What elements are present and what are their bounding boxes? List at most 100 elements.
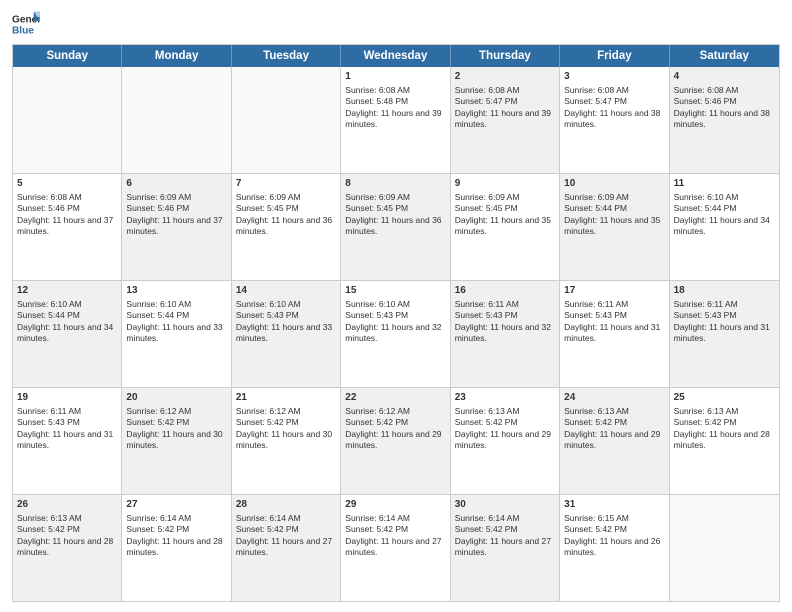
day-info: Sunrise: 6:09 AMSunset: 5:45 PMDaylight:… [236,192,336,238]
day-info: Sunrise: 6:09 AMSunset: 5:46 PMDaylight:… [126,192,226,238]
calendar-row-2: 5Sunrise: 6:08 AMSunset: 5:46 PMDaylight… [13,174,779,281]
day-number: 26 [17,498,117,511]
logo-icon: General Blue [12,10,40,38]
day-number: 30 [455,498,555,511]
day-number: 10 [564,177,664,190]
day-cell-8: 8 Sunrise: 6:09 AMSunset: 5:45 PMDaylight… [341,174,450,280]
day-cell-30: 30 Sunrise: 6:14 AMSunset: 5:42 PMDayligh… [451,495,560,601]
empty-cell [670,495,779,601]
day-info: Sunrise: 6:08 AMSunset: 5:48 PMDaylight:… [345,85,445,131]
day-number: 9 [455,177,555,190]
day-number: 11 [674,177,775,190]
day-number: 2 [455,70,555,83]
day-cell-28: 28 Sunrise: 6:14 AMSunset: 5:42 PMDayligh… [232,495,341,601]
day-info: Sunrise: 6:10 AMSunset: 5:43 PMDaylight:… [345,299,445,345]
day-header-monday: Monday [122,45,231,67]
day-info: Sunrise: 6:10 AMSunset: 5:44 PMDaylight:… [674,192,775,238]
day-number: 1 [345,70,445,83]
day-cell-23: 23 Sunrise: 6:13 AMSunset: 5:42 PMDayligh… [451,388,560,494]
day-info: Sunrise: 6:08 AMSunset: 5:47 PMDaylight:… [455,85,555,131]
calendar-row-5: 26 Sunrise: 6:13 AMSunset: 5:42 PMDayligh… [13,495,779,601]
day-cell-24: 24 Sunrise: 6:13 AMSunset: 5:42 PMDayligh… [560,388,669,494]
day-number: 16 [455,284,555,297]
day-cell-16: 16 Sunrise: 6:11 AMSunset: 5:43 PMDayligh… [451,281,560,387]
day-number: 8 [345,177,445,190]
day-cell-15: 15 Sunrise: 6:10 AMSunset: 5:43 PMDayligh… [341,281,450,387]
day-number: 7 [236,177,336,190]
calendar: SundayMondayTuesdayWednesdayThursdayFrid… [12,44,780,602]
day-info: Sunrise: 6:08 AMSunset: 5:47 PMDaylight:… [564,85,664,131]
day-number: 21 [236,391,336,404]
day-info: Sunrise: 6:14 AMSunset: 5:42 PMDaylight:… [345,513,445,559]
day-info: Sunrise: 6:14 AMSunset: 5:42 PMDaylight:… [236,513,336,559]
calendar-row-1: 1 Sunrise: 6:08 AMSunset: 5:48 PMDaylight… [13,67,779,174]
day-info: Sunrise: 6:09 AMSunset: 5:45 PMDaylight:… [345,192,445,238]
day-info: Sunrise: 6:13 AMSunset: 5:42 PMDaylight:… [17,513,117,559]
day-number: 19 [17,391,117,404]
day-number: 22 [345,391,445,404]
day-cell-2: 2 Sunrise: 6:08 AMSunset: 5:47 PMDaylight… [451,67,560,173]
day-cell-17: 17Sunrise: 6:11 AMSunset: 5:43 PMDayligh… [560,281,669,387]
day-cell-25: 25Sunrise: 6:13 AMSunset: 5:42 PMDayligh… [670,388,779,494]
day-info: Sunrise: 6:14 AMSunset: 5:42 PMDaylight:… [455,513,555,559]
day-number: 17 [564,284,664,297]
day-cell-3: 3 Sunrise: 6:08 AMSunset: 5:47 PMDaylight… [560,67,669,173]
day-number: 18 [674,284,775,297]
day-cell-9: 9 Sunrise: 6:09 AMSunset: 5:45 PMDaylight… [451,174,560,280]
day-number: 20 [126,391,226,404]
day-cell-27: 27Sunrise: 6:14 AMSunset: 5:42 PMDayligh… [122,495,231,601]
day-header-friday: Friday [560,45,669,67]
day-header-tuesday: Tuesday [232,45,341,67]
day-number: 14 [236,284,336,297]
day-header-wednesday: Wednesday [341,45,450,67]
day-info: Sunrise: 6:11 AMSunset: 5:43 PMDaylight:… [17,406,117,452]
day-info: Sunrise: 6:13 AMSunset: 5:42 PMDaylight:… [564,406,664,452]
day-header-sunday: Sunday [13,45,122,67]
day-info: Sunrise: 6:09 AMSunset: 5:45 PMDaylight:… [455,192,555,238]
day-cell-12: 12 Sunrise: 6:10 AMSunset: 5:44 PMDayligh… [13,281,122,387]
day-info: Sunrise: 6:12 AMSunset: 5:42 PMDaylight:… [126,406,226,452]
day-number: 15 [345,284,445,297]
day-number: 23 [455,391,555,404]
day-cell-6: 6 Sunrise: 6:09 AMSunset: 5:46 PMDaylight… [122,174,231,280]
header: General Blue [12,10,780,38]
day-info: Sunrise: 6:13 AMSunset: 5:42 PMDaylight:… [455,406,555,452]
day-cell-22: 22Sunrise: 6:12 AMSunset: 5:42 PMDayligh… [341,388,450,494]
day-cell-7: 7 Sunrise: 6:09 AMSunset: 5:45 PMDaylight… [232,174,341,280]
empty-cell [122,67,231,173]
empty-cell [232,67,341,173]
day-number: 4 [674,70,775,83]
day-cell-14: 14 Sunrise: 6:10 AMSunset: 5:43 PMDayligh… [232,281,341,387]
day-cell-11: 11 Sunrise: 6:10 AMSunset: 5:44 PMDayligh… [670,174,779,280]
day-info: Sunrise: 6:11 AMSunset: 5:43 PMDaylight:… [674,299,775,345]
logo: General Blue [12,10,40,38]
calendar-header: SundayMondayTuesdayWednesdayThursdayFrid… [13,45,779,67]
day-info: Sunrise: 6:12 AMSunset: 5:42 PMDaylight:… [236,406,336,452]
day-number: 25 [674,391,775,404]
day-number: 5 [17,177,117,190]
day-info: Sunrise: 6:08 AMSunset: 5:46 PMDaylight:… [674,85,775,131]
day-info: Sunrise: 6:10 AMSunset: 5:44 PMDaylight:… [126,299,226,345]
day-info: Sunrise: 6:10 AMSunset: 5:44 PMDaylight:… [17,299,117,345]
day-info: Sunrise: 6:14 AMSunset: 5:42 PMDaylight:… [126,513,226,559]
day-cell-19: 19 Sunrise: 6:11 AMSunset: 5:43 PMDayligh… [13,388,122,494]
calendar-row-3: 12 Sunrise: 6:10 AMSunset: 5:44 PMDayligh… [13,281,779,388]
calendar-row-4: 19 Sunrise: 6:11 AMSunset: 5:43 PMDayligh… [13,388,779,495]
day-number: 12 [17,284,117,297]
day-cell-4: 4 Sunrise: 6:08 AMSunset: 5:46 PMDaylight… [670,67,779,173]
day-number: 6 [126,177,226,190]
day-info: Sunrise: 6:11 AMSunset: 5:43 PMDaylight:… [455,299,555,345]
day-number: 28 [236,498,336,511]
day-cell-1: 1 Sunrise: 6:08 AMSunset: 5:48 PMDaylight… [341,67,450,173]
day-number: 3 [564,70,664,83]
day-number: 24 [564,391,664,404]
day-cell-29: 29 Sunrise: 6:14 AMSunset: 5:42 PMDayligh… [341,495,450,601]
day-number: 31 [564,498,664,511]
day-number: 29 [345,498,445,511]
day-cell-18: 18 Sunrise: 6:11 AMSunset: 5:43 PMDayligh… [670,281,779,387]
day-header-saturday: Saturday [670,45,779,67]
day-info: Sunrise: 6:10 AMSunset: 5:43 PMDaylight:… [236,299,336,345]
day-info: Sunrise: 6:09 AMSunset: 5:44 PMDaylight:… [564,192,664,238]
day-header-thursday: Thursday [451,45,560,67]
day-cell-20: 20 Sunrise: 6:12 AMSunset: 5:42 PMDayligh… [122,388,231,494]
